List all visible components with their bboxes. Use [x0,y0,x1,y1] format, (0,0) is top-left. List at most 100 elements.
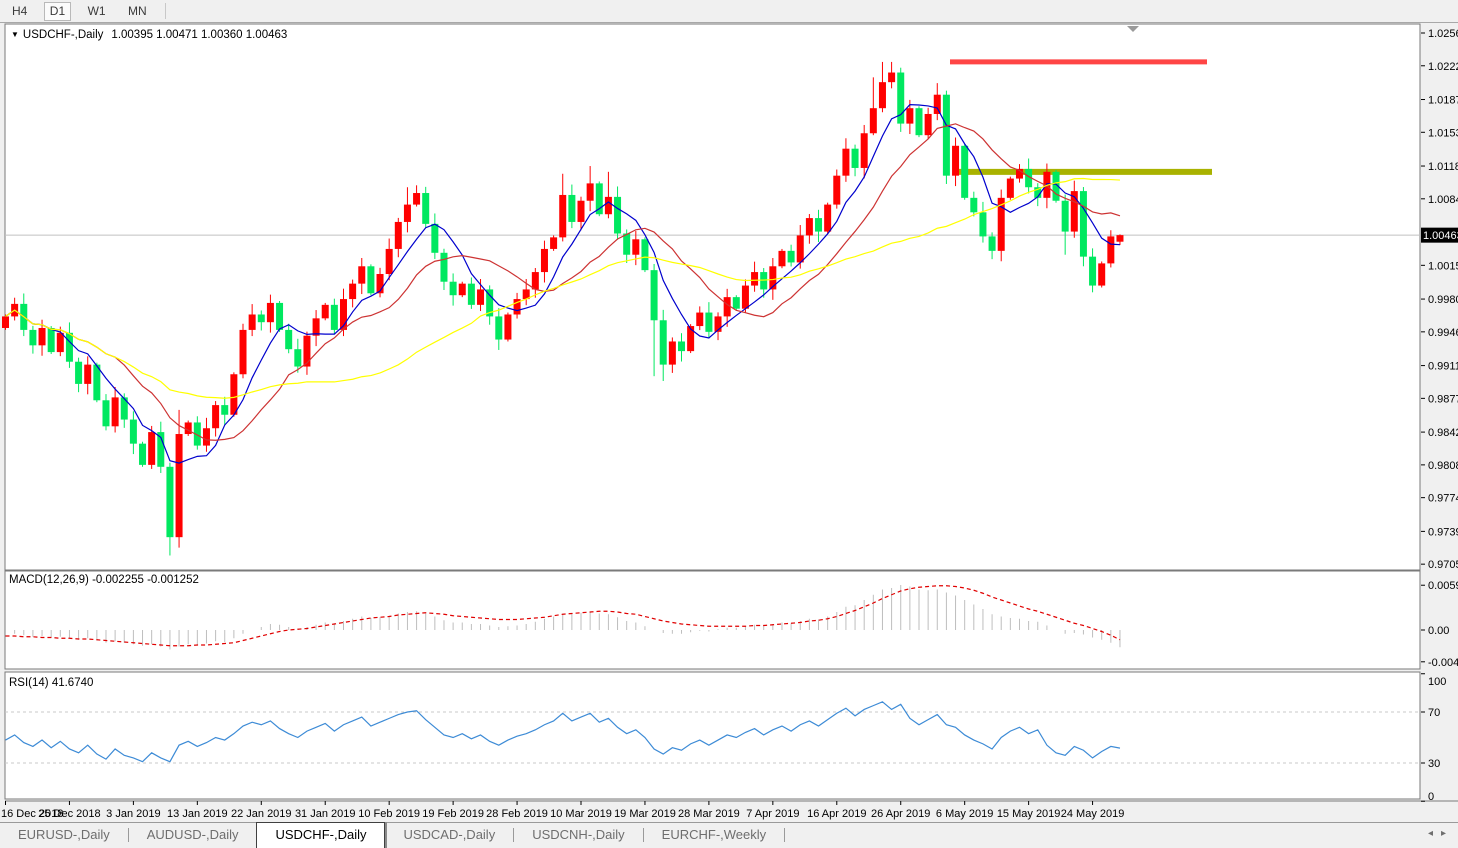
time-axis[interactable] [0,801,1458,821]
candle [550,237,558,249]
candle [349,283,357,300]
tab-audusd-daily[interactable]: AUDUSD-,Daily [129,823,257,848]
candle [805,218,813,236]
candle [422,193,430,224]
candle [961,145,969,198]
timeframe-toolbar: H4 D1 W1 MN [0,0,1458,23]
candle [212,405,220,429]
timeframe-button-w1[interactable]: W1 [82,2,112,21]
candle [741,285,749,309]
candle [458,283,466,296]
macd-axis-label: 0.00597 [1428,580,1458,592]
tab-usdchf-daily[interactable]: USDCHF-,Daily [256,822,386,848]
candle [942,94,950,176]
current-price-box-label: 1.00463 [1423,230,1458,242]
candle [221,405,229,415]
tab-usdcnh-daily[interactable]: USDCNH-,Daily [514,823,642,848]
rsi-axis-label: 100 [1428,676,1446,688]
tab-scroll-left-icon[interactable]: ◂ [1428,828,1441,839]
candle [312,318,320,336]
candle [760,272,768,290]
candle [403,204,411,222]
chart-canvas[interactable]: 1.025601.022201.018701.015301.011801.008… [0,0,1458,848]
candle [1061,200,1069,232]
timeframe-button-mn[interactable]: MN [122,2,153,21]
candle [413,193,421,205]
candle [148,432,156,465]
candle [139,443,147,465]
candle [495,316,503,340]
candle [102,400,110,427]
macd-axis-label: 0.00 [1428,625,1449,637]
candle [888,72,896,83]
candle [924,113,932,136]
candle [1006,178,1014,198]
candle [906,108,914,124]
rsi-axis-label: 30 [1428,758,1440,770]
candle [431,223,439,253]
candle [285,329,293,350]
candle [166,466,174,538]
candle [111,397,119,427]
candle [842,148,850,176]
candle [559,194,567,238]
candle [385,248,393,274]
candle [467,283,475,305]
candle [851,148,859,168]
rsi-pane[interactable] [4,671,1421,800]
main-chart-pane[interactable] [4,23,1421,571]
candle [1107,236,1115,264]
candle [367,266,375,294]
tab-usdcad-daily[interactable]: USDCAD-,Daily [385,823,513,848]
candle [56,332,64,353]
candle [38,327,46,346]
candle [796,235,804,263]
candle [869,108,877,134]
candle [65,332,73,362]
tab-scroll-right-icon[interactable]: ▸ [1441,828,1454,839]
candle [659,320,667,365]
macd-axis-label: -0.00424 [1428,657,1458,669]
candle [778,250,786,267]
candle [330,304,338,330]
candle [321,304,329,319]
candle [47,327,55,353]
candle [1089,256,1097,286]
candle [540,248,548,273]
candle [394,221,402,249]
candle [668,341,676,365]
candle [824,204,832,232]
candle [988,236,996,251]
rsi-axis-label: 70 [1428,707,1440,719]
candle [650,270,658,321]
candle [979,212,987,237]
candle [970,197,978,213]
candle [568,194,576,222]
timeframe-button-h4[interactable]: H4 [6,2,33,21]
candle [732,297,740,309]
candle [84,364,92,384]
candle [595,183,603,215]
candle [751,272,759,286]
candle [294,349,302,367]
candle [440,252,448,282]
tab-eurusd-daily[interactable]: EURUSD-,Daily [0,823,128,848]
candle [477,289,485,305]
tab-eurchf-weekly[interactable]: EURCHF-,Weekly [644,823,785,848]
chart-tabs-bar: EURUSD-,Daily AUDUSD-,Daily USDCHF-,Dail… [0,822,1458,848]
candle [276,302,284,330]
candle [614,196,622,234]
candle [184,422,192,435]
candle [687,326,695,352]
price-axis[interactable] [1421,0,1458,848]
candle [531,272,539,290]
timeframe-button-d1[interactable]: D1 [43,2,72,21]
candle [952,145,960,176]
candle [266,302,274,323]
candle [175,434,183,538]
candle [202,428,210,446]
candle [933,94,941,114]
candle [129,419,137,444]
macd-pane[interactable] [4,570,1421,670]
candle [303,335,311,367]
